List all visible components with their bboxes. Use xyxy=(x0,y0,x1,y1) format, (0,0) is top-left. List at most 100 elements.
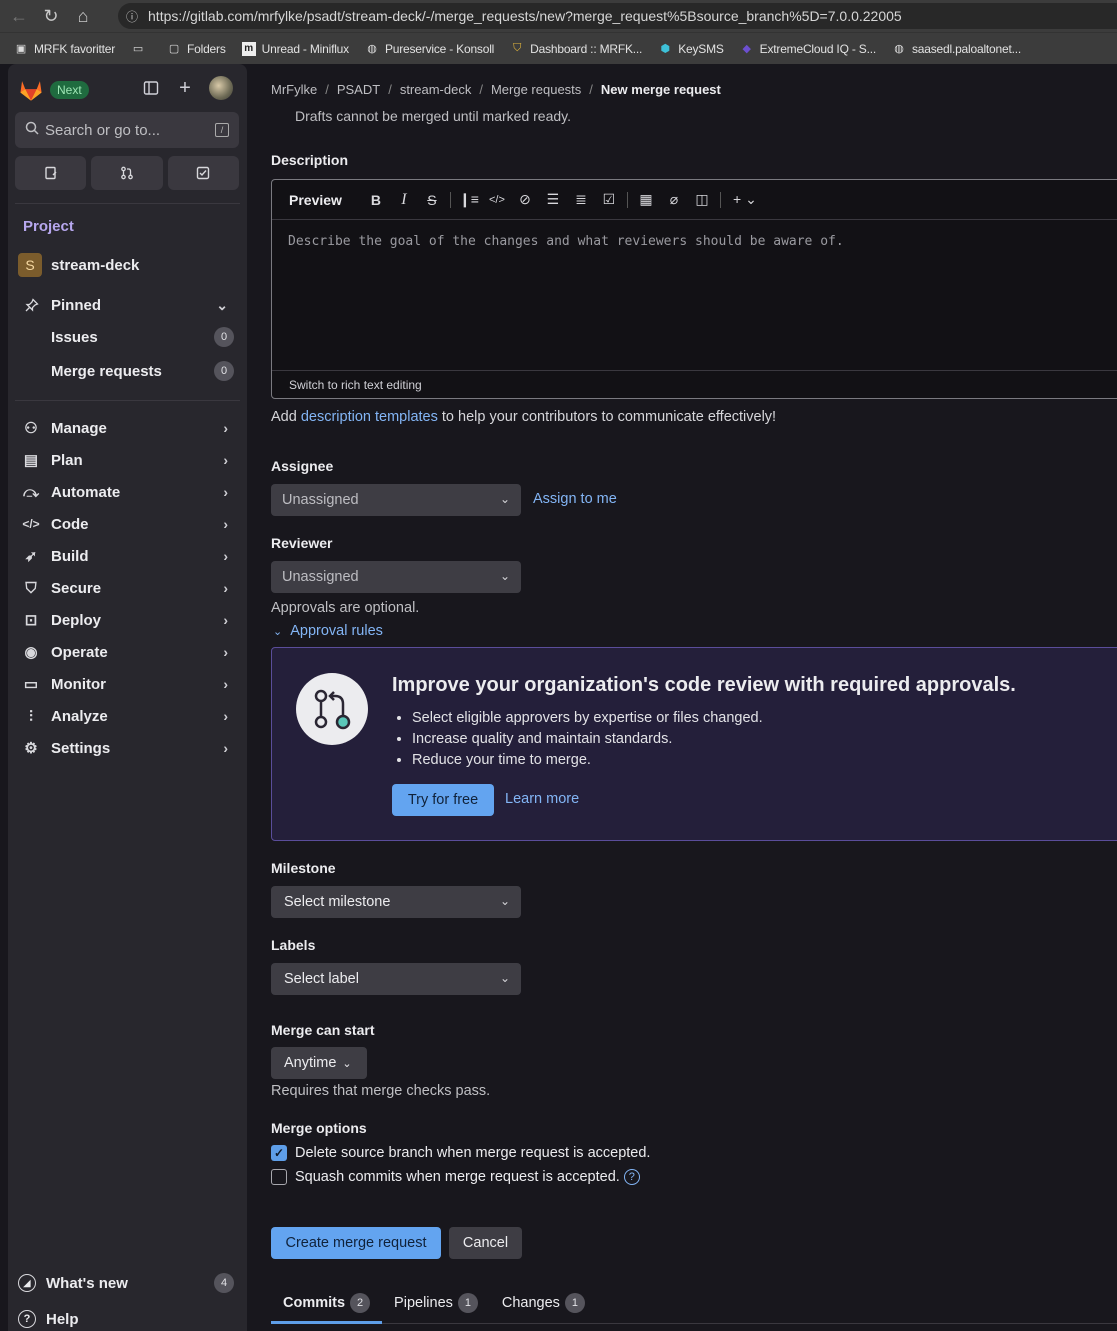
bookmark-item[interactable]: ◍ Pureservice - Konsoll xyxy=(365,42,494,56)
squash-commits-option[interactable]: Squash commits when merge request is acc… xyxy=(271,1169,640,1185)
gitlab-logo-icon[interactable] xyxy=(18,77,44,103)
switch-rich-text-button[interactable]: Switch to rich text editing xyxy=(272,370,1117,398)
tab-commits[interactable]: Commits 2 xyxy=(271,1282,383,1324)
list-item: Select eligible approvers by expertise o… xyxy=(412,708,763,729)
assign-to-me-link[interactable]: Assign to me xyxy=(533,491,617,507)
merge-requests-shortcut-button[interactable] xyxy=(91,156,163,190)
cancel-button[interactable]: Cancel xyxy=(449,1227,522,1259)
description-textarea[interactable]: Describe the goal of the changes and wha… xyxy=(288,234,844,249)
next-badge[interactable]: Next xyxy=(50,81,89,99)
changes-count-badge: 1 xyxy=(564,1293,585,1313)
description-label: Description xyxy=(271,152,349,168)
home-icon[interactable]: ⌂ xyxy=(70,3,96,29)
tab-changes[interactable]: Changes 1 xyxy=(490,1282,597,1324)
table-icon[interactable]: ▦ xyxy=(632,189,660,211)
bookmark-item[interactable]: m Unread - Miniflux xyxy=(241,41,349,56)
sidebar-item-code[interactable]: </> Code › xyxy=(22,509,234,539)
preview-tab[interactable]: Preview xyxy=(289,192,342,208)
sidebar-item-secure[interactable]: ⛉ Secure › xyxy=(22,573,234,603)
attachment-icon[interactable]: ⌀ xyxy=(660,189,688,211)
bookmark-item[interactable]: ◍ saasedl.paloaltonet... xyxy=(892,42,1021,56)
sidebar-item-settings[interactable]: ⚙ Settings › xyxy=(22,733,234,763)
merge-start-dropdown[interactable]: Anytime ⌄ xyxy=(271,1047,367,1079)
back-icon[interactable]: ← xyxy=(6,3,32,29)
assignee-dropdown[interactable]: Unassigned ⌄ xyxy=(271,484,521,516)
pipelines-count-badge: 1 xyxy=(457,1293,478,1313)
strikethrough-icon[interactable]: S xyxy=(418,189,446,211)
site-info-icon[interactable]: ⓘ xyxy=(126,8,138,25)
delete-branch-option[interactable]: ✓ Delete source branch when merge reques… xyxy=(271,1145,650,1161)
sidebar-item-automate[interactable]: ⤼ Automate › xyxy=(22,477,234,507)
issues-icon xyxy=(44,166,57,180)
description-templates-link[interactable]: description templates xyxy=(301,409,438,425)
todo-shortcut-button[interactable] xyxy=(167,156,239,190)
project-section-label: Project xyxy=(23,218,74,235)
learn-more-link[interactable]: Learn more xyxy=(505,791,579,807)
delete-branch-checkbox[interactable]: ✓ xyxy=(271,1145,287,1161)
reviewer-dropdown[interactable]: Unassigned ⌄ xyxy=(271,561,521,593)
sidebar-item-build[interactable]: ➶ Build › xyxy=(22,541,234,571)
bullet-list-icon[interactable]: ☰ xyxy=(539,189,567,211)
sidebar-item-monitor[interactable]: ▭ Monitor › xyxy=(22,669,234,699)
chevron-down-icon: ⌄ xyxy=(499,971,510,985)
templates-help-text: Add description templates to help your c… xyxy=(271,409,777,425)
slash-command-icon[interactable]: ◫ xyxy=(688,189,716,211)
quick-actions xyxy=(15,156,239,190)
bookmark-item[interactable]: ⬢ KeySMS xyxy=(658,42,723,56)
address-bar[interactable]: ⓘ https://gitlab.com/mrfylke/psadt/strea… xyxy=(118,3,1117,29)
reload-icon[interactable]: ↻ xyxy=(38,3,64,29)
bookmark-item[interactable]: ▢ Folders xyxy=(167,42,226,56)
labels-label: Labels xyxy=(271,937,316,953)
toolbar-divider xyxy=(449,191,451,208)
breadcrumb-item[interactable]: Merge requests xyxy=(491,82,581,97)
plus-icon[interactable]: + xyxy=(175,77,195,99)
create-merge-request-button[interactable]: Create merge request xyxy=(271,1227,441,1259)
task-list-icon[interactable]: ☑ xyxy=(595,189,623,211)
tab-pipelines[interactable]: Pipelines 1 xyxy=(382,1282,490,1324)
sidebar-item-deploy[interactable]: ⊡ Deploy › xyxy=(22,605,234,635)
bookmark-item[interactable]: ◆ ExtremeCloud IQ - S... xyxy=(740,42,877,56)
bookmark-item[interactable]: ⛉ Dashboard :: MRFK... xyxy=(510,42,642,56)
milestone-label: Milestone xyxy=(271,860,336,876)
miniflux-icon: m xyxy=(241,41,256,56)
italic-icon[interactable]: I xyxy=(390,189,418,211)
project-link[interactable]: S stream-deck xyxy=(18,253,139,277)
numbered-list-icon[interactable]: ≣ xyxy=(567,189,595,211)
chevron-right-icon: › xyxy=(223,644,228,660)
bookmark-item[interactable]: ▣ MRFK favoritter xyxy=(14,42,115,56)
sidebar-item-operate[interactable]: ◉ Operate › xyxy=(22,637,234,667)
whats-new-link[interactable]: ◢ What's new 4 xyxy=(18,1273,234,1293)
squash-commits-checkbox[interactable] xyxy=(271,1169,287,1185)
sidebar-item-issues[interactable]: Issues 0 xyxy=(51,322,234,352)
sidebar-item-merge-requests[interactable]: Merge requests 0 xyxy=(51,356,234,386)
more-options-icon[interactable]: + ⌄ xyxy=(725,189,765,211)
merge-checks-note: Requires that merge checks pass. xyxy=(271,1083,491,1099)
merge-request-icon xyxy=(121,166,133,180)
sidebar-item-plan[interactable]: ▤ Plan › xyxy=(22,445,234,475)
milestone-dropdown[interactable]: Select milestone ⌄ xyxy=(271,886,521,918)
bold-icon[interactable]: B xyxy=(362,189,390,211)
bookmark-item[interactable]: ▭ xyxy=(131,42,151,56)
try-for-free-button[interactable]: Try for free xyxy=(392,784,494,816)
sidebar-item-analyze[interactable]: ⫶ Analyze › xyxy=(22,701,234,731)
sidebar-toggle-icon[interactable] xyxy=(141,78,161,98)
code-icon[interactable]: </> xyxy=(483,189,511,211)
labels-dropdown[interactable]: Select label ⌄ xyxy=(271,963,521,995)
approval-rules-toggle[interactable]: ⌄ Approval rules xyxy=(273,623,383,639)
breadcrumb-item[interactable]: stream-deck xyxy=(400,82,472,97)
code-icon: </> xyxy=(22,517,40,531)
compass-icon: ◢ xyxy=(18,1274,36,1292)
issues-shortcut-button[interactable] xyxy=(15,156,87,190)
chevron-down-icon: ⌄ xyxy=(342,1057,352,1070)
sidebar-item-pinned[interactable]: Pinned ⌄ xyxy=(22,290,234,320)
link-icon[interactable]: ⊘ xyxy=(511,189,539,211)
avatar[interactable] xyxy=(209,76,233,100)
chevron-down-icon: ⌄ xyxy=(499,569,510,583)
breadcrumb-item[interactable]: MrFylke xyxy=(271,82,317,97)
sidebar-item-manage[interactable]: ⚇ Manage › xyxy=(22,413,234,443)
help-link[interactable]: ? Help xyxy=(18,1310,79,1328)
breadcrumb-item[interactable]: PSADT xyxy=(337,82,380,97)
help-icon[interactable]: ? xyxy=(623,1169,640,1185)
search-input[interactable]: Search or go to... / xyxy=(15,112,239,148)
quote-icon[interactable]: ❙≡ xyxy=(455,189,483,211)
